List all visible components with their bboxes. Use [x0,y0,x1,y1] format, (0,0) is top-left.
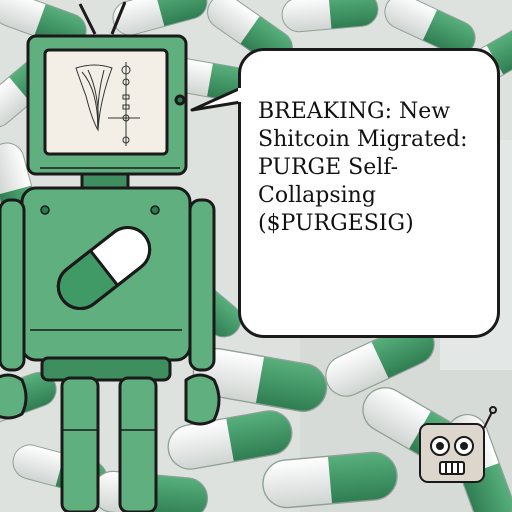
meme-scene: BREAKING: New Shitcoin Migrated: PURGE S… [0,0,512,512]
robot-head-logo [419,406,497,483]
